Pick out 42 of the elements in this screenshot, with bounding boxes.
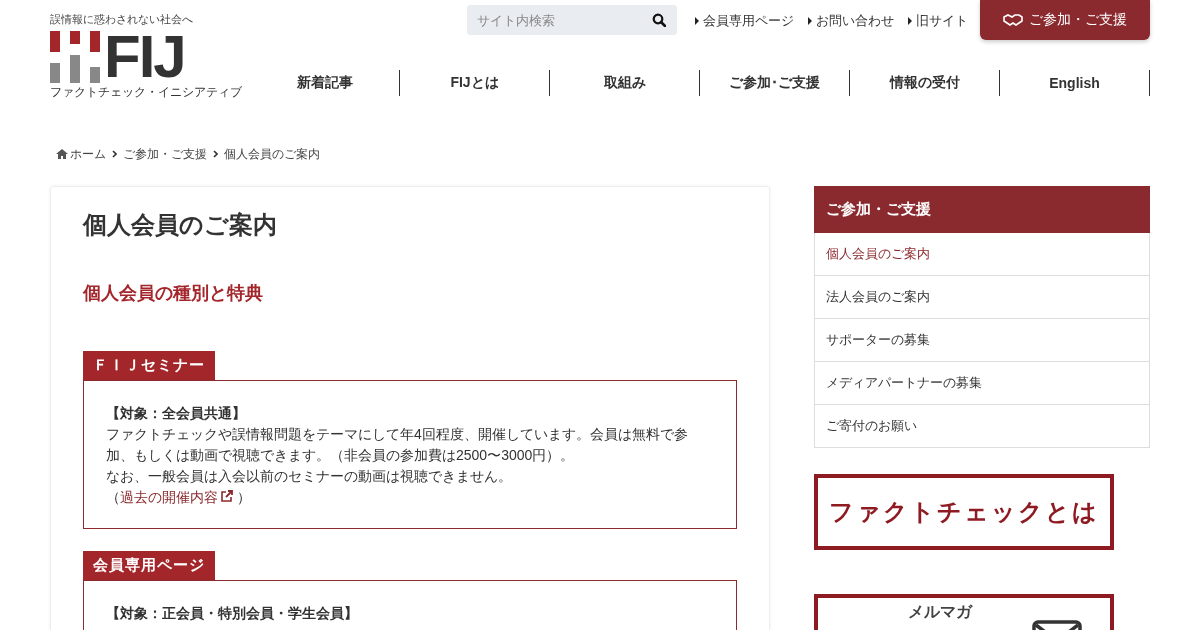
nav-item[interactable]: English [1000,70,1150,96]
external-link-icon [221,490,233,502]
newsletter-banner[interactable]: メルマガ [814,594,1114,630]
past-events-link[interactable]: 過去の開催内容 [120,487,233,508]
logo-subtitle: ファクトチェック・イニシアティブ [50,85,242,100]
paragraph: ファクトチェックや誤情報問題をテーマにして年4回程度、開催しています。会員は無料で参加、もしくは動画で視聴できます。（非会員の参加費は2500〜3000円）。 [106,425,689,465]
nav-item[interactable]: 情報の受付 [850,70,1000,96]
support-button[interactable]: ご参加・ご支援 [980,0,1150,40]
breadcrumb-link[interactable]: ご参加・ご支援 [123,145,207,163]
section-label: ＦＩＪセミナー [83,351,215,380]
fact-check-banner[interactable]: ファクトチェックとは [814,474,1114,550]
chevron-icon [112,150,117,158]
page-title: 個人会員のご案内 [83,210,278,240]
sidebar-item[interactable]: 個人会員のご案内 [815,233,1149,275]
nav-item[interactable]: FIJとは [400,70,550,96]
breadcrumb-link[interactable]: ホーム [56,145,106,163]
section-heading: 個人会員の種別と特典 [83,282,264,305]
bracket: ） [237,488,251,507]
tagline: 誤情報に惑わされない社会へ [50,12,194,27]
chevron-icon [213,150,218,158]
header-link[interactable]: お問い合わせ [808,12,894,30]
sidebar-heading: ご参加・ご支援 [814,186,1150,233]
sidebar-item[interactable]: 法人会員のご案内 [815,275,1149,318]
paragraph: なお、一般会員は入会以前のセミナーの動画は視聴できません。 [106,467,513,486]
sidebar-item[interactable]: サポーターの募集 [815,318,1149,361]
search-icon[interactable] [652,13,666,27]
nav-item[interactable]: 取組み [550,70,700,96]
sidebar-item[interactable]: メディアパートナーの募集 [815,361,1149,404]
target-note: 【対象：正会員・特別会員・学生会員】 [106,604,359,623]
nav-item[interactable]: 新着記事 [250,70,400,96]
bracket: （ [106,488,120,507]
sidebar-item[interactable]: ご寄付のお願い [815,404,1149,447]
search-field[interactable]: サイト内検索 [467,5,677,35]
home-icon [56,149,68,159]
logo-bars-icon [50,31,100,83]
header-link[interactable]: 旧サイト [908,12,968,30]
current-page: 個人会員のご案内 [224,145,320,163]
section-label: 会員専用ページ [83,551,215,580]
logo-wordmark[interactable]: FIJ [104,31,185,83]
header-link[interactable]: 会員専用ページ [695,12,794,30]
nav-item[interactable]: ご参加･ご支援 [700,70,850,96]
target-note: 【対象：全会員共通】 [106,404,247,423]
